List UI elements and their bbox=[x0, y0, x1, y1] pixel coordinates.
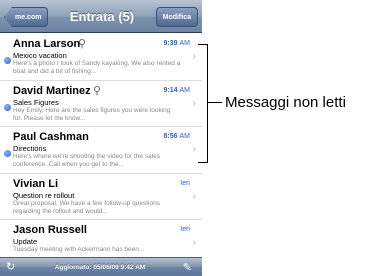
message-subject: Update bbox=[13, 237, 38, 246]
message-preview: Hey Emily, Here are the sales figures yo… bbox=[13, 106, 171, 122]
chevron-right-icon: › bbox=[192, 237, 196, 248]
sender-name: Jason Russell bbox=[13, 224, 87, 236]
message-time: Ieri bbox=[180, 226, 190, 233]
message-subject: Question re rollout bbox=[13, 190, 75, 200]
unread-dot-icon bbox=[4, 150, 11, 157]
chevron-right-icon: › bbox=[192, 190, 196, 202]
chevron-right-icon: › bbox=[192, 97, 196, 109]
time-ampm: AM bbox=[179, 40, 191, 47]
last-updated-status: Aggiornato: 05/06/09 9:42 AM bbox=[54, 264, 146, 271]
message-row[interactable]: Vivian Li Ieri Question re rollout Great… bbox=[0, 173, 202, 220]
message-time: 9:14 AM bbox=[164, 87, 190, 94]
unread-messages-callout: Messaggi non letti bbox=[225, 94, 346, 111]
chevron-right-icon: › bbox=[192, 51, 196, 62]
unread-bracket bbox=[198, 44, 208, 163]
message-row[interactable]: Paul Cashman 8:56 AM Directions Here's w… bbox=[0, 127, 202, 174]
page-title: Entrata (5) bbox=[69, 9, 135, 24]
callout-leader-line bbox=[208, 102, 222, 103]
sender-name: Anna Larson bbox=[13, 38, 81, 50]
message-row[interactable]: David Martinez ⚲ 9:14 AM Sales Figures H… bbox=[0, 80, 202, 127]
message-subject: Sales Figures bbox=[13, 97, 59, 107]
message-list: Anna Larson ⚲ 9:39 AM Mexico vacation He… bbox=[0, 34, 202, 267]
refresh-icon[interactable]: ↻ bbox=[6, 260, 15, 273]
time-value: 8:56 bbox=[163, 133, 178, 140]
message-row[interactable]: Anna Larson ⚲ 9:39 AM Mexico vacation He… bbox=[0, 34, 202, 81]
message-time: 9:39 AM bbox=[164, 40, 190, 47]
compose-icon[interactable]: ✎ bbox=[183, 261, 192, 274]
attachment-icon: ⚲ bbox=[78, 38, 87, 50]
message-preview: Great proposal. We have a few follow-up … bbox=[13, 199, 160, 215]
time-value: 9:14 bbox=[163, 86, 178, 94]
message-preview: Here's a photo I took of Sandy kayaking.… bbox=[13, 60, 181, 75]
bottom-toolbar: ↻ Aggiornato: 05/06/09 9:42 AM ✎ bbox=[0, 257, 202, 276]
message-preview: Here's where we're shooting the video fo… bbox=[13, 153, 161, 168]
back-button[interactable]: me.com bbox=[4, 7, 49, 27]
time-value: 9:39 bbox=[163, 40, 178, 47]
chevron-right-icon: › bbox=[192, 144, 196, 155]
message-subject: Directions bbox=[13, 144, 47, 153]
time-ampm: AM bbox=[179, 133, 191, 140]
unread-dot-icon bbox=[4, 103, 11, 111]
message-time: Ieri bbox=[180, 179, 190, 187]
unread-dot-icon bbox=[4, 57, 11, 64]
navigation-bar: me.com Entrata (5) Modifica bbox=[0, 0, 202, 33]
sender-name: Paul Cashman bbox=[13, 131, 89, 143]
time-ampm: AM bbox=[179, 86, 191, 94]
attachment-icon: ⚲ bbox=[93, 84, 102, 97]
sender-name: Vivian Li bbox=[13, 177, 59, 190]
edit-button[interactable]: Modifica bbox=[155, 7, 198, 27]
sender-name: David Martinez bbox=[13, 84, 91, 97]
message-subject: Mexico vacation bbox=[13, 51, 67, 60]
mail-inbox-screen: me.com Entrata (5) Modifica Anna Larson … bbox=[0, 0, 202, 276]
message-time: 8:56 AM bbox=[164, 133, 190, 140]
